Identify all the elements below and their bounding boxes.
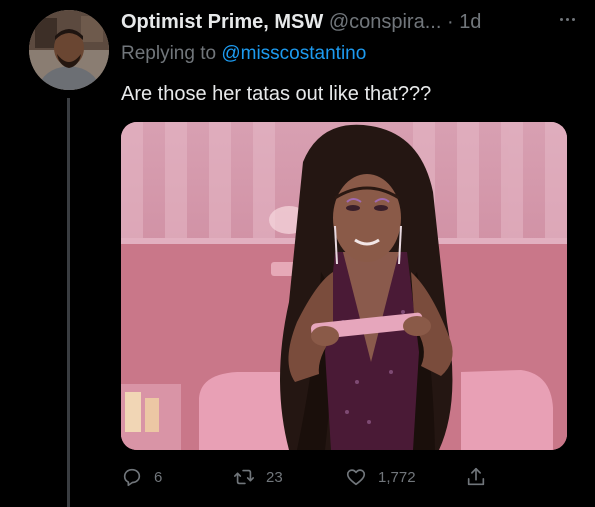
reply-count: 6 [154, 468, 163, 486]
tweet-text: Are those her tatas out like that??? [121, 83, 432, 105]
reply-icon [123, 468, 141, 487]
tweet-media[interactable] [121, 122, 567, 450]
action-bar: 6 23 1,772 [121, 466, 501, 492]
more-icon[interactable] [560, 18, 575, 21]
replying-to: Replying to @misscostantino [121, 42, 366, 66]
reply-button[interactable]: 6 [121, 466, 162, 488]
like-button[interactable]: 1,772 [345, 466, 416, 488]
like-count: 1,772 [378, 468, 416, 486]
share-icon [467, 467, 485, 486]
share-button[interactable] [465, 466, 487, 488]
tweet-header: Optimist Prime, MSW @conspira... · 1d [121, 8, 587, 36]
replying-to-label: Replying to [121, 43, 217, 64]
like-icon [346, 469, 366, 486]
user-handle[interactable]: @conspira... [329, 11, 442, 33]
mention-link[interactable]: @misscostantino [221, 43, 366, 64]
avatar[interactable] [29, 10, 109, 90]
timestamp[interactable]: 1d [459, 11, 481, 33]
display-name[interactable]: Optimist Prime, MSW [121, 11, 323, 33]
retweet-icon [234, 469, 254, 485]
thread-line [67, 98, 70, 507]
separator: · [446, 11, 454, 33]
retweet-button[interactable]: 23 [233, 466, 283, 488]
retweet-count: 23 [266, 468, 283, 486]
